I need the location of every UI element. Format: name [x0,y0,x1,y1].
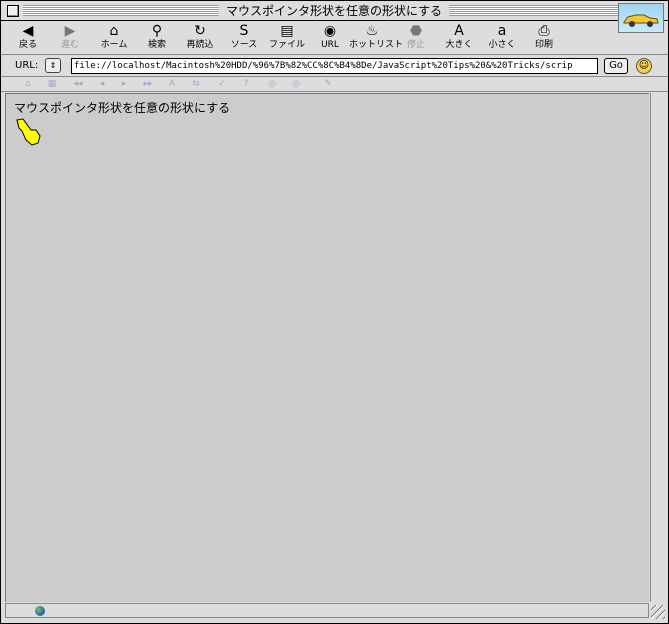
toolbar-button-label: 再読込 [186,40,214,50]
nav-toolbar-icon[interactable]: ✓ [215,78,229,90]
toolbar-button-label: 停止 [406,40,425,50]
toolbar-button-label: URL [321,40,339,50]
window-title: マウスポインタ形状を任意の形状にする [223,3,445,19]
browser-window: マウスポインタ形状を任意の形状にする ◀ 戻る ▶ 進む ⌂ ホーム ⚲ 検索 ↻ 再読込 S ソース… [0,0,669,624]
toolbar-button-label: 印刷 [534,40,553,50]
nav-toolbar-icon[interactable]: ? [239,78,253,90]
stop-icon: ⬣ [409,23,423,39]
url-input[interactable] [71,58,598,74]
toolbar-button-2[interactable]: ⌂ ホーム [91,23,137,53]
toolbar-button-7[interactable]: ◉ URL [307,23,353,53]
toolbar-button-label: ソース [230,40,258,50]
toolbar-button-label: 戻る [18,40,37,50]
page-heading: マウスポインタ形状を任意の形状にする [14,101,231,115]
resize-grip-icon[interactable] [651,605,665,619]
title-bar[interactable]: マウスポインタ形状を任意の形状にする [1,1,668,21]
page-content: マウスポインタ形状を任意の形状にする [5,93,649,602]
toolbar-button-5[interactable]: S ソース [221,23,267,53]
toolbar-button-label: ホーム [100,40,128,50]
toolbar-button-10[interactable]: A 大きく [436,23,482,53]
close-box-icon[interactable] [7,5,19,17]
reload-icon: ↻ [194,23,206,39]
toolbar-button-1[interactable]: ▶ 進む [47,23,93,53]
nav-toolbar-icon[interactable]: A [165,78,179,90]
file-icon: ▤ [280,23,294,39]
search-icon: ⚲ [151,23,163,39]
title-bar-stripes-left [23,5,219,16]
url-globe-icon: ◉ [323,23,337,39]
browser-logo-car-icon[interactable] [618,3,664,33]
url-bar: URL: ⇕ Go ☺ [1,56,668,77]
nav-toolbar-icon[interactable]: ⌂ [21,78,35,90]
main-toolbar: ◀ 戻る ▶ 進む ⌂ ホーム ⚲ 検索 ↻ 再読込 S ソース ▤ ファイル ◉ URL ♨ ホットリスト ⬣ 停止… [1,21,668,55]
toolbar-button-9[interactable]: ⬣ 停止 [393,23,439,53]
toolbar-button-0[interactable]: ◀ 戻る [5,23,51,53]
source-icon: S [239,23,249,39]
toolbar-button-label: 大きく [445,40,473,50]
toolbar-button-label: 小さく [488,40,516,50]
right-margin-scroll-area [650,93,666,602]
nav-toolbar-icon[interactable]: ▸ [117,78,131,90]
go-button[interactable]: Go [604,58,628,74]
nav-toolbar-icon[interactable]: ◎ [289,78,303,90]
hotlist-icon: ♨ [365,23,379,39]
toolbar-button-label: 検索 [147,40,166,50]
custom-cursor-icon [16,118,41,146]
globe-icon [35,606,45,616]
toolbar-button-8[interactable]: ♨ ホットリスト [349,23,404,53]
toolbar-button-label: 進む [60,40,79,50]
status-bar [5,603,649,618]
nav-toolbar-icon[interactable]: ▸▸ [141,78,155,90]
url-history-popup[interactable]: ⇕ [45,58,61,73]
nav-toolbar-icon[interactable]: ⇆ [189,78,203,90]
toolbar-button-label: ファイル [268,40,305,50]
toolbar-button-4[interactable]: ↻ 再読込 [177,23,223,53]
nav-toolbar-icon[interactable]: ◂◂ [71,78,85,90]
print-icon: ⎙ [538,23,550,39]
toolbar-button-3[interactable]: ⚲ 検索 [134,23,180,53]
toolbar-button-label: ホットリスト [349,40,404,50]
smaller-text-icon: a [497,23,507,39]
home-icon: ⌂ [109,23,119,39]
nav-toolbar-icon[interactable]: ▦ [45,78,59,90]
toolbar-button-12[interactable]: ⎙ 印刷 [521,23,567,53]
nav-toolbar-icon[interactable]: ✎ [321,78,335,90]
toolbar-button-6[interactable]: ▤ ファイル [264,23,310,53]
nav-toolbar-icon[interactable]: ◎ [265,78,279,90]
navigation-toolbar: ⌂ ▦ ◂◂ ◂ ▸ ▸▸ A ⇆ ✓? ◎ ◎ ✎ [1,77,668,92]
toolbar-button-11[interactable]: a 小さく [479,23,525,53]
smiley-icon[interactable]: ☺ [636,58,652,74]
forward-arrow-icon: ▶ [64,23,76,39]
back-arrow-icon: ◀ [22,23,34,39]
title-bar-stripes-right [449,5,627,16]
bigger-text-icon: A [454,23,464,39]
nav-toolbar-icon[interactable]: ◂ [95,78,109,90]
url-label: URL: [15,60,39,71]
